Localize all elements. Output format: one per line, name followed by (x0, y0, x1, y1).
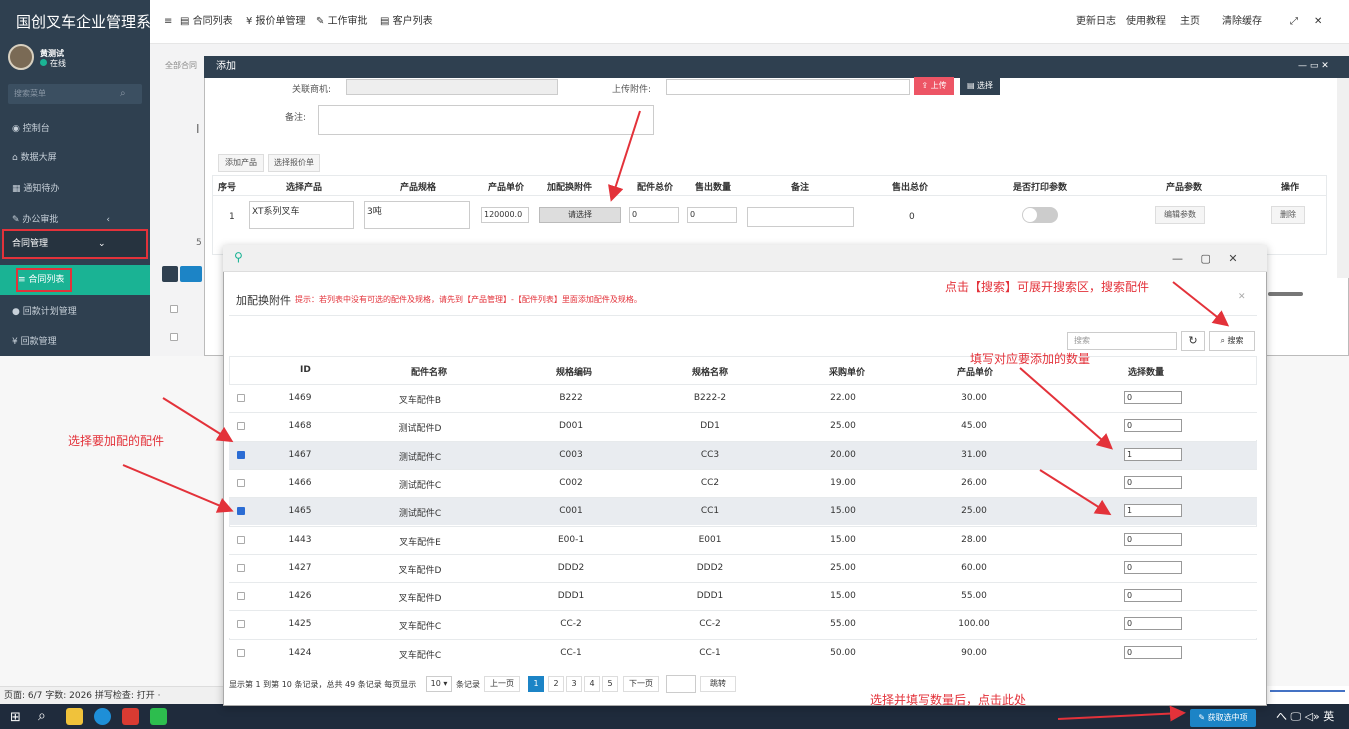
arrow-search (1172, 281, 1230, 327)
annotation-select: 选择要加配的配件 (68, 434, 165, 448)
annotation-submit: 选择并填写数量后，点击此处 (870, 693, 1027, 707)
arrow-qty-2 (1039, 469, 1112, 516)
arrow-submit (1057, 705, 1186, 722)
arrow-select-2 (122, 464, 234, 513)
annotation-fill-qty: 填写对应要添加的数量 (970, 352, 1091, 366)
annotation-arrows (122, 110, 1230, 722)
arrow-choose (608, 110, 641, 202)
annotation-search: 点击【搜索】可展开搜索区，搜索配件 (945, 280, 1150, 294)
arrow-qty-1 (1019, 367, 1114, 450)
arrow-select-1 (162, 397, 234, 443)
